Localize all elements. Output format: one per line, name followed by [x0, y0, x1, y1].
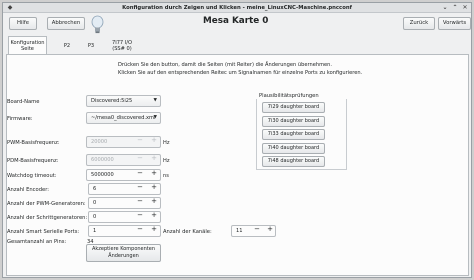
firmware-value: ~/mesa0_discovered.xml: [91, 115, 156, 121]
tab-7i77-io[interactable]: 7I77 I/O (SS# 0): [107, 36, 137, 55]
plus-icon: +: [151, 136, 157, 144]
chevron-down-icon: ▼: [153, 98, 157, 103]
tab-p2[interactable]: P2: [57, 36, 77, 55]
encoders-value: 6: [93, 186, 97, 192]
accept-changes-button[interactable]: Akzeptiere Komponenten Änderungen: [86, 244, 161, 262]
board-name-value: Discovered:5i25: [91, 98, 133, 104]
config-panel: [6, 54, 469, 276]
pwm-base-value: 20000: [91, 139, 108, 145]
minus-icon: −: [137, 154, 143, 162]
chevron-down-icon: ▼: [153, 115, 157, 120]
back-button[interactable]: Zurück: [403, 17, 435, 30]
channels-value: 11: [236, 228, 243, 234]
board-name-label: Board-Name: [7, 99, 40, 105]
7i29-daughter-board-button[interactable]: 7i29 daughter board: [262, 102, 325, 113]
pncconf-window: ◆ Konfiguration durch Zeigen und Klicken…: [2, 2, 472, 278]
plus-icon: +: [151, 154, 157, 162]
encoders-increment[interactable]: +: [150, 183, 158, 191]
close-icon[interactable]: ✕: [461, 4, 469, 12]
step-gens-value: 0: [93, 214, 97, 220]
watchdog-unit: ns: [163, 173, 169, 179]
window-menu-icon[interactable]: ◆: [6, 4, 14, 12]
step-gens-decrement[interactable]: −: [136, 211, 144, 219]
pdm-base-label: PDM-Basisfrequenz:: [7, 158, 59, 164]
smart-serial-value: 1: [93, 228, 97, 234]
minimize-icon[interactable]: ⌄: [441, 4, 449, 12]
forward-button[interactable]: Vorwärts: [438, 17, 471, 30]
total-pins-label: Gesamtanzahl an Pins:: [7, 239, 67, 245]
firmware-combo[interactable]: ~/mesa0_discovered.xml ▼: [86, 112, 161, 124]
lightbulb-icon: [91, 15, 104, 34]
watchdog-label: Watchdog timeout:: [7, 173, 57, 179]
page-title: Mesa Karte 0: [203, 16, 269, 26]
tab-configuration-page[interactable]: Konfiguration Seite: [8, 36, 47, 56]
7i33-daughter-board-button[interactable]: 7i33 daughter board: [262, 129, 325, 140]
firmware-label: Firmware:: [7, 116, 33, 122]
board-name-combo[interactable]: Discovered:5i25 ▼: [86, 95, 161, 107]
smart-serial-label: Anzahl Smart Serielle Ports:: [7, 229, 80, 235]
encoders-label: Anzahl Encoder:: [7, 187, 49, 193]
instruction-line-1: Drücken Sie den button, damit die Seiten…: [118, 62, 333, 68]
horizontal-scrollbar[interactable]: [7, 277, 469, 278]
channels-decrement[interactable]: −: [253, 225, 261, 233]
encoders-decrement[interactable]: −: [136, 183, 144, 191]
channels-increment[interactable]: +: [266, 225, 274, 233]
smart-serial-decrement[interactable]: −: [136, 225, 144, 233]
pdm-base-value: 6000000: [91, 157, 114, 163]
maximize-icon[interactable]: ⌃: [451, 4, 459, 12]
instruction-line-2: Klicken Sie auf den entsprechenden Reite…: [118, 70, 363, 76]
pwm-gens-value: 0: [93, 200, 97, 206]
pwm-gens-decrement[interactable]: −: [136, 197, 144, 205]
window-title: Konfiguration durch Zeigen und Klicken -…: [122, 5, 352, 11]
watchdog-increment[interactable]: +: [150, 169, 158, 177]
step-gens-increment[interactable]: +: [150, 211, 158, 219]
7i40-daughter-board-button[interactable]: 7i40 daughter board: [262, 143, 325, 154]
pdm-base-unit: Hz: [163, 158, 170, 164]
minus-icon: −: [137, 136, 143, 144]
smart-serial-increment[interactable]: +: [150, 225, 158, 233]
watchdog-value: 5000000: [91, 172, 114, 178]
help-button[interactable]: Hilfe: [9, 17, 37, 30]
tab-p3[interactable]: P3: [81, 36, 101, 55]
pwm-base-label: PWM-Basisfrequenz:: [7, 140, 60, 146]
watchdog-decrement[interactable]: −: [136, 169, 144, 177]
cancel-button[interactable]: Abbrechen: [47, 17, 85, 30]
pwm-base-unit: Hz: [163, 140, 170, 146]
pwm-gens-increment[interactable]: +: [150, 197, 158, 205]
pwm-gens-label: Anzahl der PWM-Generatoren:: [7, 201, 86, 207]
instructions: Drücken Sie den button, damit die Seiten…: [118, 61, 388, 77]
title-bar: ◆ Konfiguration durch Zeigen und Klicken…: [3, 3, 471, 13]
7i30-daughter-board-button[interactable]: 7i30 daughter board: [262, 116, 325, 127]
step-gens-label: Anzahl der Schrittgeneratoren:: [7, 215, 88, 221]
channels-label: Anzahl der Kanäle:: [163, 229, 212, 235]
7i48-daughter-board-button[interactable]: 7i48 daughter board: [262, 156, 325, 167]
